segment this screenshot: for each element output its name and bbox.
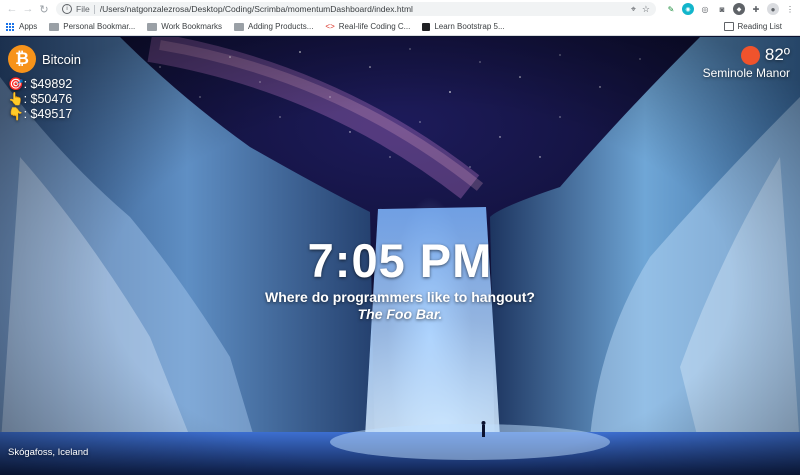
target-icon: 🎯	[8, 77, 24, 91]
price-value: : $50476	[23, 92, 73, 106]
weather-widget: 82º Seminole Manor	[703, 45, 790, 80]
bookmark-folder-products[interactable]: Adding Products...	[234, 22, 313, 31]
bookmark-star-icon[interactable]: ☆	[642, 4, 650, 15]
back-button[interactable]: ←	[4, 1, 20, 17]
price-value: : $49892	[23, 77, 73, 91]
reload-button[interactable]: ↻	[36, 1, 52, 17]
folder-icon	[49, 22, 60, 31]
browser-toolbar: ← → ↻ i File /Users/natgonzalezrosa/Desk…	[0, 0, 800, 18]
reading-list-icon	[723, 22, 734, 31]
site-icon	[422, 22, 431, 31]
bookmark-folder-work[interactable]: Work Bookmarks	[147, 22, 222, 31]
crypto-prices: 🎯: $49892 👆: $50476 👇: $49517	[8, 77, 72, 122]
extensions-puzzle-icon[interactable]: ✚	[750, 3, 762, 15]
crypto-name: Bitcoin	[42, 51, 82, 67]
bookmark-label: Personal Bookmar...	[63, 22, 136, 31]
profile-avatar-icon[interactable]: ●	[767, 3, 779, 15]
bookmark-label: Real-life Coding C...	[338, 22, 411, 31]
camera-icon[interactable]: ◙	[716, 3, 728, 15]
folder-icon	[147, 22, 158, 31]
joke: Where do programmers like to hangout? Th…	[0, 289, 800, 323]
url-text[interactable]: /Users/natgonzalezrosa/Desktop/Coding/Sc…	[100, 4, 625, 14]
bookmark-label: Learn Bootstrap 5...	[434, 22, 505, 31]
forward-button[interactable]: →	[20, 1, 36, 17]
joke-setup: Where do programmers like to hangout?	[265, 289, 535, 305]
price-current: 🎯: $49892	[8, 77, 72, 92]
temperature: 82º	[764, 45, 790, 64]
city-name: Seminole Manor	[702, 66, 790, 80]
pointing-up-icon: 👆	[8, 92, 24, 106]
sun-icon	[740, 45, 760, 65]
extension-pen-icon[interactable]: ✎	[665, 3, 677, 15]
bookmark-folder-personal[interactable]: Personal Bookmar...	[49, 22, 135, 31]
url-divider	[93, 4, 95, 14]
price-low: 👇: $49517	[8, 107, 72, 122]
extension-teal-icon[interactable]: ◉	[682, 3, 694, 15]
location-pin-icon[interactable]: ⌖	[631, 4, 636, 15]
reading-list-button[interactable]: Reading List	[723, 22, 782, 31]
info-icon[interactable]: i	[62, 4, 72, 14]
price-high: 👆: $50476	[8, 92, 72, 107]
reading-list-label: Reading List	[737, 22, 782, 31]
menu-kebab-icon[interactable]: ⋮	[784, 3, 796, 15]
dashboard-page: ₿ Bitcoin 🎯: $49892 👆: $50476 👇: $49517 …	[0, 37, 800, 475]
url-scheme: File	[76, 4, 90, 14]
address-bar[interactable]: i File /Users/natgonzalezrosa/Desktop/Co…	[56, 2, 656, 16]
bookmark-label: Apps	[19, 22, 38, 31]
extension-grey-icon[interactable]: ◎	[699, 3, 711, 15]
apps-grid-icon	[6, 22, 14, 31]
folder-icon	[234, 22, 245, 31]
pointing-down-icon: 👇	[8, 107, 24, 121]
bookmarks-bar: Apps Personal Bookmar... Work Bookmarks …	[0, 18, 800, 36]
price-value: : $49517	[23, 107, 73, 121]
bookmark-learn-bootstrap[interactable]: Learn Bootstrap 5...	[422, 22, 505, 31]
photo-location: Skógafoss, Iceland	[8, 447, 89, 458]
extension-dark-icon[interactable]: ◆	[733, 3, 745, 15]
code-icon: <>	[325, 22, 335, 31]
joke-punchline: The Foo Bar.	[357, 306, 443, 322]
crypto-widget: ₿ Bitcoin	[8, 45, 81, 73]
bookmark-label: Work Bookmarks	[161, 22, 223, 31]
bitcoin-icon: ₿	[8, 45, 36, 73]
clock-time: 7:05 PM	[307, 234, 493, 287]
bookmark-label: Adding Products...	[248, 22, 314, 31]
bookmark-reallife-coding[interactable]: <> Real-life Coding C...	[325, 22, 410, 31]
weather-row: 82º	[703, 45, 790, 65]
bookmark-apps[interactable]: Apps	[6, 22, 37, 31]
